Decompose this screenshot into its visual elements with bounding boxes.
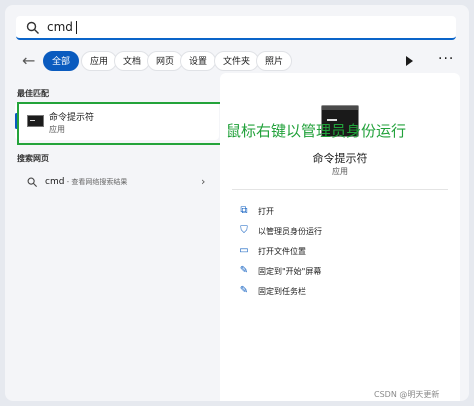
action-open[interactable]: ⧉ 打开 [238, 204, 438, 220]
watermark: CSDN @明天更新 [374, 390, 440, 399]
play-icon[interactable] [406, 56, 413, 66]
filter-photos[interactable]: 照片 [256, 51, 293, 71]
action-label: 打开文件位置 [258, 247, 306, 256]
search-box[interactable]: cmd [16, 16, 456, 40]
detail-title: 命令提示符 [312, 152, 368, 165]
action-pin-to-taskbar[interactable]: ✎ 固定到任务栏 [238, 284, 438, 300]
action-label: 固定到任务栏 [258, 287, 306, 296]
pin-icon: ✎ [239, 265, 249, 276]
search-icon [27, 177, 38, 188]
pin-icon: ✎ [239, 285, 249, 296]
action-pin-to-start[interactable]: ✎ 固定到"开始"屏幕 [238, 264, 438, 280]
open-external-icon: ⧉ [240, 205, 248, 216]
filter-web[interactable]: 网页 [147, 51, 184, 71]
action-label: 打开 [258, 207, 274, 216]
annotation-text: 鼠标右键以管理员身份运行 [226, 122, 407, 140]
action-run-as-admin[interactable]: ⛉ 以管理员身份运行 [238, 224, 438, 240]
web-search-item[interactable]: cmd - 查看网络搜索结果 › [15, 171, 219, 195]
filter-settings[interactable]: 设置 [180, 51, 217, 71]
action-label: 以管理员身份运行 [258, 227, 322, 236]
text-caret [76, 21, 77, 34]
more-icon[interactable]: ··· [438, 51, 454, 67]
filter-documents[interactable]: 文档 [114, 51, 151, 71]
folder-icon: ▭ [239, 245, 249, 256]
web-search-hint: - 查看网络搜索结果 [64, 178, 128, 186]
action-label: 固定到"开始"屏幕 [258, 267, 322, 276]
search-input[interactable]: cmd [47, 20, 73, 34]
filter-all[interactable]: 全部 [43, 51, 80, 71]
search-panel: cmd ← 全部 应用 文档 网页 设置 文件夹 照片 ··· 最佳匹配 命令提… [5, 5, 469, 401]
highlight-box [17, 102, 223, 145]
filter-apps[interactable]: 应用 [81, 51, 118, 71]
search-icon [26, 21, 39, 34]
divider [232, 189, 448, 190]
web-search-text: cmd - 查看网络搜索结果 [45, 177, 127, 187]
chevron-right-icon[interactable]: › [201, 175, 205, 188]
best-match-heading: 最佳匹配 [17, 89, 49, 98]
filter-bar: ← 全部 应用 文档 网页 设置 文件夹 照片 ··· [5, 49, 469, 75]
detail-subtitle: 应用 [332, 167, 348, 176]
web-search-heading: 搜索网页 [17, 154, 49, 163]
shield-admin-icon: ⛉ [240, 225, 248, 236]
filter-folders[interactable]: 文件夹 [214, 51, 260, 71]
action-open-file-location[interactable]: ▭ 打开文件位置 [238, 244, 438, 260]
web-search-query: cmd [45, 177, 65, 187]
back-arrow-icon[interactable]: ← [22, 53, 35, 69]
